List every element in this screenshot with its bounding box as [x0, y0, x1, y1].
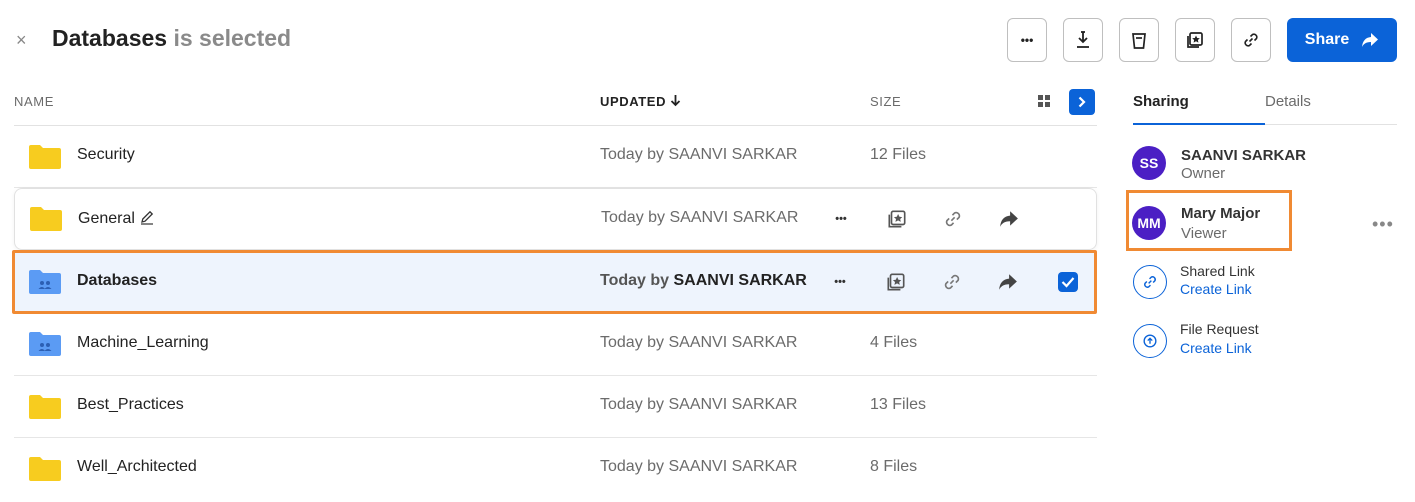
- row-updated: Today by SAANVI SARKAR: [601, 209, 799, 226]
- link-icon: [945, 211, 961, 227]
- row-name[interactable]: Best_Practices: [77, 396, 184, 414]
- close-selection-icon[interactable]: ×: [16, 31, 27, 49]
- shared-link-create-link[interactable]: Create Link: [1180, 281, 1252, 297]
- selection-suffix: is selected: [167, 25, 292, 51]
- download-icon: [1077, 31, 1089, 48]
- collection-star-icon: [1187, 32, 1203, 48]
- share-arrow-icon: [1362, 33, 1379, 47]
- link-icon: [944, 274, 960, 290]
- column-header-name[interactable]: NAME: [14, 94, 54, 109]
- grid-view-icon[interactable]: [1037, 94, 1051, 108]
- tab-details[interactable]: Details: [1265, 93, 1311, 110]
- row-size: 4 Files: [870, 334, 918, 351]
- row-updated: Today by SAANVI SARKAR: [600, 396, 798, 413]
- link-icon: [1144, 276, 1156, 288]
- folder-icon: [29, 395, 61, 419]
- folder-icon: [29, 457, 61, 481]
- sort-down-arrow-icon: [671, 95, 681, 107]
- row-name[interactable]: Well_Architected: [77, 458, 197, 476]
- collection-star-icon: [888, 210, 906, 228]
- download-button[interactable]: [1063, 18, 1103, 62]
- row-size: 8 Files: [870, 458, 918, 475]
- tab-divider: [1265, 124, 1397, 125]
- avatar: MM: [1132, 206, 1166, 240]
- row-link-button[interactable]: [938, 268, 966, 296]
- row-name[interactable]: Machine_Learning: [77, 334, 209, 352]
- row-updated-user: SAANVI SARKAR: [673, 272, 807, 289]
- table-row[interactable]: General Today by SAANVI SARKAR •••: [14, 188, 1097, 250]
- shared-link-label: Shared Link: [1180, 263, 1255, 279]
- row-share-button[interactable]: [995, 205, 1023, 233]
- row-updated-prefix: Today by: [600, 272, 674, 289]
- row-updated: Today by SAANVI SARKAR: [600, 458, 798, 475]
- row-size: 12 Files: [870, 146, 927, 163]
- row-name-text: General: [78, 210, 135, 227]
- collection-star-icon: [887, 273, 905, 291]
- chevron-right-icon: [1078, 96, 1086, 108]
- toggle-details-panel-button[interactable]: [1069, 89, 1095, 115]
- person-more-options-icon[interactable]: •••: [1372, 214, 1394, 235]
- row-name[interactable]: Security: [77, 146, 135, 164]
- add-to-collection-button[interactable]: [1175, 18, 1215, 62]
- row-name[interactable]: Databases: [77, 272, 157, 290]
- file-request-label: File Request: [1180, 321, 1259, 337]
- link-icon: [1244, 33, 1258, 47]
- share-arrow-icon: [1000, 211, 1018, 227]
- row-size: 13 Files: [870, 396, 927, 413]
- more-options-button[interactable]: •••: [1007, 18, 1047, 62]
- column-header-size[interactable]: SIZE: [870, 94, 901, 109]
- row-collection-button[interactable]: [882, 268, 910, 296]
- row-updated: Today by SAANVI SARKAR: [600, 146, 798, 163]
- share-button-label: Share: [1304, 31, 1350, 48]
- person-role: Owner: [1181, 165, 1226, 182]
- active-tab-indicator: [1133, 123, 1265, 125]
- shared-folder-icon: [29, 332, 61, 356]
- person-role: Viewer: [1181, 225, 1227, 242]
- trash-icon: [1132, 33, 1146, 49]
- copy-link-button[interactable]: [1231, 18, 1271, 62]
- row-more-button[interactable]: •••: [826, 268, 854, 296]
- table-row-selected[interactable]: Databases Today by SAANVI SARKAR •••: [12, 250, 1097, 314]
- person-name: SAANVI SARKAR: [1181, 147, 1307, 164]
- row-checkbox-checked[interactable]: [1058, 272, 1078, 292]
- shared-link-button[interactable]: [1133, 265, 1167, 299]
- file-request-button[interactable]: [1133, 324, 1167, 358]
- table-row[interactable]: Machine_Learning Today by SAANVI SARKAR …: [14, 314, 1097, 376]
- share-button[interactable]: Share: [1287, 18, 1397, 62]
- more-dots-icon: •••: [1020, 33, 1034, 47]
- column-header-updated-label: UPDATED: [600, 94, 667, 109]
- row-collection-button[interactable]: [883, 205, 911, 233]
- table-row[interactable]: Best_Practices Today by SAANVI SARKAR 13…: [14, 376, 1097, 438]
- row-updated: Today by SAANVI SARKAR: [600, 334, 798, 351]
- share-arrow-icon: [999, 274, 1017, 290]
- rename-pencil-icon[interactable]: [139, 209, 155, 225]
- row-updated: Today by SAANVI SARKAR: [600, 272, 807, 290]
- folder-icon: [30, 207, 62, 231]
- selection-title: Databases is selected: [52, 25, 291, 52]
- shared-folder-icon: [29, 270, 61, 294]
- person-name: Mary Major: [1181, 205, 1261, 222]
- row-name[interactable]: General: [78, 209, 155, 228]
- file-request-create-link[interactable]: Create Link: [1180, 340, 1252, 356]
- tab-sharing[interactable]: Sharing: [1133, 93, 1189, 110]
- table-row[interactable]: Well_Architected Today by SAANVI SARKAR …: [14, 438, 1097, 500]
- upload-cloud-icon: [1143, 334, 1157, 348]
- delete-button[interactable]: [1119, 18, 1159, 62]
- avatar: SS: [1132, 146, 1166, 180]
- table-row[interactable]: Security Today by SAANVI SARKAR 12 Files: [14, 126, 1097, 188]
- more-dots-icon: •••: [834, 276, 846, 288]
- row-share-button[interactable]: [994, 268, 1022, 296]
- folder-icon: [29, 145, 61, 169]
- row-more-button[interactable]: •••: [827, 205, 855, 233]
- checkmark-icon: [1061, 277, 1075, 288]
- more-dots-icon: •••: [835, 213, 847, 225]
- column-header-updated[interactable]: UPDATED: [600, 94, 681, 109]
- row-link-button[interactable]: [939, 205, 967, 233]
- selection-name: Databases: [52, 25, 168, 51]
